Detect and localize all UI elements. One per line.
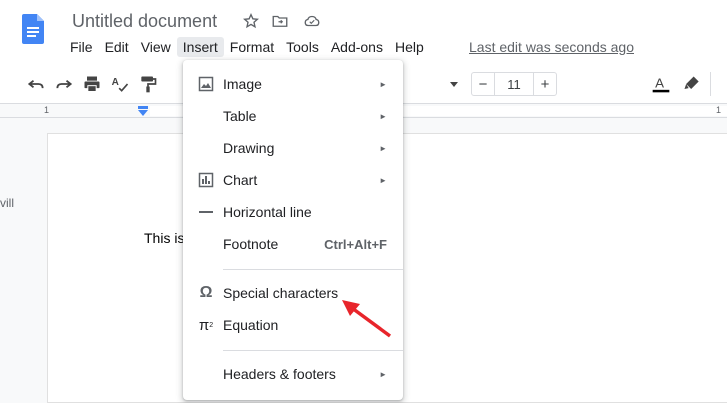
decrease-font-size-button[interactable]: − <box>472 73 494 95</box>
document-body-text[interactable]: This is <box>144 230 184 246</box>
submenu-arrow-icon: ► <box>379 143 387 153</box>
pi-icon: π2 <box>198 316 214 334</box>
image-icon <box>197 75 215 93</box>
menu-addons[interactable]: Add-ons <box>325 37 389 57</box>
font-size-input[interactable]: 11 <box>494 73 534 95</box>
menu-item-label: Headers & footers <box>223 366 336 382</box>
chart-icon <box>197 171 215 189</box>
menu-item-horizontal-line[interactable]: Horizontal line <box>183 198 403 226</box>
annotation-arrow-icon <box>342 300 392 338</box>
menu-item-label: Image <box>223 76 262 92</box>
menu-format[interactable]: Format <box>224 37 280 57</box>
menu-item-chart[interactable]: Chart ► <box>183 166 403 194</box>
toolbar-divider <box>710 72 711 96</box>
docs-logo-icon[interactable] <box>22 14 44 44</box>
menu-item-label: Footnote <box>223 236 279 252</box>
insert-menu: Image ► Table ► Drawing ► Chart ► Horizo… <box>183 60 403 400</box>
redo-icon[interactable] <box>54 74 74 94</box>
spellcheck-icon[interactable]: A <box>110 74 130 94</box>
menu-bar: File Edit View Insert Format Tools Add-o… <box>64 36 430 58</box>
cloud-saved-icon[interactable] <box>302 12 322 30</box>
print-icon[interactable] <box>82 74 102 94</box>
document-title[interactable]: Untitled document <box>72 11 217 32</box>
menu-item-drawing[interactable]: Drawing ► <box>183 134 403 162</box>
menu-separator <box>223 350 403 351</box>
title-bar: Untitled document File Edit View Insert … <box>0 0 727 64</box>
submenu-arrow-icon: ► <box>379 111 387 121</box>
menu-file[interactable]: File <box>64 37 99 57</box>
menu-item-label: Special characters <box>223 285 339 301</box>
font-dropdown-arrow-icon[interactable] <box>448 78 460 90</box>
horizontal-line-icon <box>197 203 215 221</box>
star-icon[interactable] <box>242 12 260 30</box>
menu-help[interactable]: Help <box>389 37 430 57</box>
menu-separator <box>223 269 403 270</box>
last-edit-link[interactable]: Last edit was seconds ago <box>469 39 634 55</box>
menu-view[interactable]: View <box>135 37 177 57</box>
menu-edit[interactable]: Edit <box>99 37 135 57</box>
menu-item-table[interactable]: Table ► <box>183 102 403 130</box>
side-text: vill <box>0 196 14 210</box>
font-size-control: − 11 + <box>471 72 557 96</box>
menu-item-label: Drawing <box>223 140 275 156</box>
ruler-label: 1 <box>44 105 50 115</box>
submenu-arrow-icon: ► <box>379 79 387 89</box>
svg-text:A: A <box>655 75 664 90</box>
paint-format-icon[interactable] <box>138 74 158 94</box>
text-color-icon[interactable]: A <box>651 74 671 94</box>
increase-font-size-button[interactable]: + <box>534 73 556 95</box>
submenu-arrow-icon: ► <box>379 175 387 185</box>
undo-icon[interactable] <box>26 74 46 94</box>
menu-item-footnote[interactable]: Footnote Ctrl+Alt+F <box>183 230 403 258</box>
menu-item-image[interactable]: Image ► <box>183 70 403 98</box>
svg-text:A: A <box>112 77 119 88</box>
menu-item-headers-footers[interactable]: Headers & footers ► <box>183 360 403 388</box>
keyboard-shortcut: Ctrl+Alt+F <box>324 236 387 252</box>
menu-item-label: Chart <box>223 172 258 188</box>
menu-item-label: Equation <box>223 317 279 333</box>
menu-item-label: Horizontal line <box>223 204 312 220</box>
move-folder-icon[interactable] <box>271 12 289 30</box>
indent-marker-icon[interactable] <box>137 106 149 116</box>
menu-insert[interactable]: Insert <box>176 37 224 57</box>
omega-icon: Ω <box>199 284 213 301</box>
ruler-label: 1 <box>716 105 722 115</box>
submenu-arrow-icon: ► <box>379 369 387 379</box>
menu-item-label: Table <box>223 108 257 124</box>
menu-tools[interactable]: Tools <box>280 37 325 57</box>
highlight-color-icon[interactable] <box>682 74 702 94</box>
